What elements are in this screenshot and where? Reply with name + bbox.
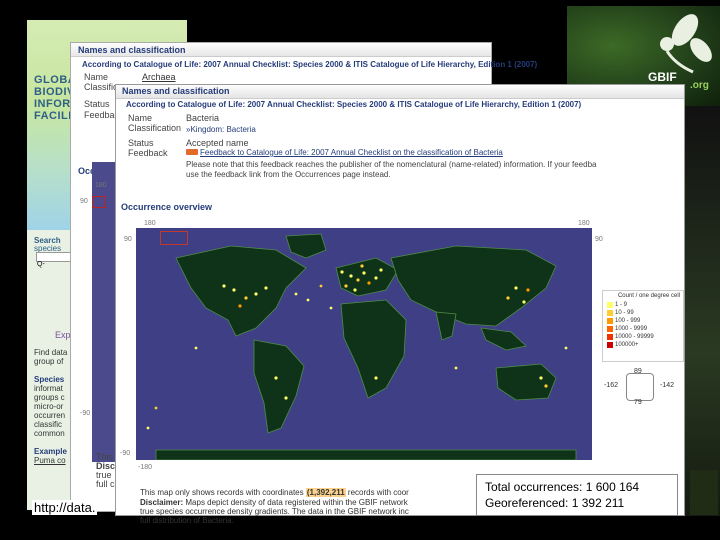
occurrence-overview-title: Occurrence overview [121, 202, 213, 212]
navigator-bottom-label: 79 [634, 399, 642, 406]
front-classification-label: Classification [128, 123, 182, 133]
greenland [285, 233, 327, 259]
georeferenced-count: Georeferenced: 1 392 211 [485, 496, 625, 510]
antarctica [155, 449, 577, 460]
back-catalogue-heading: According to Catalogue of Life: 2007 Ann… [82, 60, 538, 69]
legend-swatch [607, 334, 613, 340]
back-name-label: Name [84, 72, 109, 82]
background-text: Find data [34, 348, 68, 357]
legend-label: 10000 - 99999 [615, 334, 654, 340]
map-axis-label: 180 [578, 220, 590, 227]
map-axis-label: 90 [124, 236, 132, 243]
legend-title: Count / one degree cell [617, 293, 680, 299]
url-caption: http://data. [32, 500, 98, 515]
disclaimer: Disclaimer: Maps depict density of data … [140, 498, 408, 507]
india [435, 311, 457, 341]
legend-swatch [607, 342, 613, 348]
disclaimer-line: true species occurrence density gradient… [140, 507, 409, 516]
legend-label: 100000+ [615, 342, 639, 348]
map-axis-label: -90 [120, 450, 131, 457]
background-text: classific [34, 420, 63, 429]
africa [340, 299, 407, 399]
front-status-value: Accepted name [186, 138, 249, 148]
map-axis-label: -180 [138, 464, 153, 471]
navigator-left-label: -162 [604, 382, 619, 389]
occurrence-world-map[interactable] [136, 228, 592, 460]
back-feedback-label: Feedbac [84, 110, 120, 120]
map-legend: Count / one degree cell 1 - 9 10 - 99 100 … [602, 290, 684, 362]
continents [155, 233, 577, 460]
front-feedback-link[interactable]: Feedback to Catalogue of Life: 2007 Annu… [200, 148, 503, 157]
map-axis-label: 90 [595, 236, 603, 243]
legend-item: 100000+ [607, 341, 683, 349]
back-axis-label: 180 [95, 182, 107, 189]
background-text: common [34, 429, 65, 438]
record-count-highlight: (1,392,211 [305, 488, 346, 497]
gbif-domain-text: .org [690, 80, 709, 91]
legend-item: 10 - 99 [607, 309, 683, 317]
back-name-value[interactable]: Archaea [142, 72, 176, 82]
front-feedback-note: use the feedback link from the Occurrenc… [186, 170, 391, 179]
feedback-pencil-icon[interactable] [186, 149, 198, 155]
front-status-label: Status [128, 138, 154, 148]
background-text: micro-or [34, 402, 64, 411]
leaf-icon [660, 14, 712, 74]
gbif-brand-text: GBIF [648, 70, 677, 84]
south-america [253, 339, 305, 434]
front-section-title: Names and classification [122, 86, 230, 96]
back-bottom-text: full c [96, 479, 115, 489]
legend-swatch [607, 310, 613, 316]
front-name-value: Bacteria [186, 113, 220, 123]
legend-item: 100 - 999 [607, 317, 683, 325]
legend-item: 1000 - 9999 [607, 325, 683, 333]
background-text: Example [34, 447, 67, 456]
navigator-right-label: -142 [660, 382, 675, 389]
front-catalogue-heading: According to Catalogue of Life: 2007 Ann… [126, 100, 582, 109]
background-text: Species [34, 375, 65, 384]
australia [495, 363, 557, 401]
legend-label: 10 - 99 [615, 310, 634, 316]
legend-label: 1 - 9 [615, 302, 628, 308]
back-axis-label: 90 [80, 198, 88, 205]
back-status-label: Status [84, 99, 110, 109]
se-asia [480, 327, 527, 351]
north-america [175, 245, 307, 337]
back-map-viewport-box[interactable] [92, 196, 106, 208]
records-note: This map only shows records with coordin… [140, 488, 409, 497]
total-occurrences: Total occurrences: 1 600 164 [485, 480, 640, 494]
legend-item: 1 - 9 [607, 301, 683, 309]
disclaimer-line: full distribution of Bacteria. [140, 516, 234, 525]
front-feedback-note: Please note that this feedback reaches t… [186, 160, 597, 169]
background-text: groups c [34, 393, 65, 402]
map-axis-label: 180 [144, 220, 156, 227]
back-section-title: Names and classification [78, 45, 186, 55]
background-explore-label[interactable]: Exp [55, 330, 71, 340]
asia [390, 245, 557, 327]
navigator-top-label: 89 [634, 368, 642, 375]
legend-swatch [607, 318, 613, 324]
map-viewport-box[interactable] [160, 231, 188, 245]
legend-swatch [607, 326, 613, 332]
occurrence-stats-box: Total occurrences: 1 600 164 Georeferenc… [476, 474, 678, 516]
front-feedback-label: Feedback [128, 148, 168, 158]
background-text: informat [34, 384, 63, 393]
slide: GLOBAL BIODIV INFORM FACILIT Search spec… [0, 0, 720, 540]
front-classification-value[interactable]: »Kingdom: Bacteria [186, 125, 256, 134]
background-text[interactable]: Puma co [34, 456, 66, 465]
background-text: group of [34, 357, 64, 366]
back-classification-label: Classific [84, 82, 118, 92]
front-name-label: Name [128, 113, 153, 123]
legend-swatch [607, 302, 613, 308]
corner-photo [690, 470, 718, 515]
background-photo-strip [684, 106, 720, 516]
back-axis-label: -90 [80, 410, 91, 417]
europe [335, 257, 399, 297]
background-text: occurren [34, 411, 66, 420]
legend-item: 10000 - 99999 [607, 333, 683, 341]
legend-label: 100 - 999 [615, 318, 641, 324]
world-map-svg [146, 233, 577, 460]
navigator-box[interactable] [626, 373, 654, 401]
legend-label: 1000 - 9999 [615, 326, 648, 332]
map-mini-navigator[interactable]: 89 -162 -142 79 [604, 368, 682, 408]
